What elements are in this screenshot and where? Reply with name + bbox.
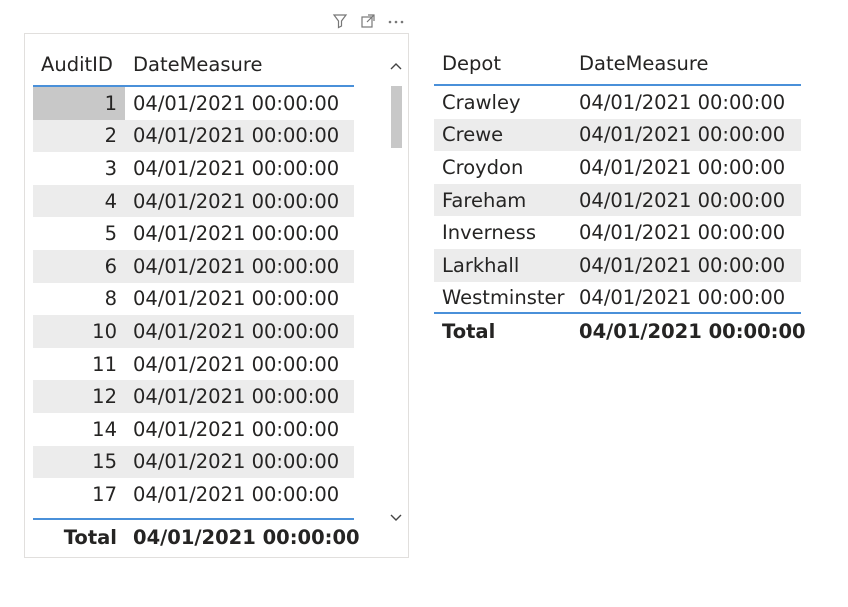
depot-cell[interactable]: Inverness [434,216,571,249]
datemeasure-cell[interactable]: 04/01/2021 00:00:00 [571,151,801,184]
scroll-thumb[interactable] [391,86,402,148]
total-value: 04/01/2021 00:00:00 [133,525,360,549]
table-row[interactable]: Fareham 04/01/2021 00:00:00 [434,183,801,218]
column-header-datemeasure[interactable]: DateMeasure [571,43,801,84]
filter-icon[interactable] [330,11,350,31]
depot-table-visual[interactable]: Depot DateMeasure Crawley 04/01/2021 00:0… [434,33,806,363]
table-row[interactable]: 6 04/01/2021 00:00:00 [33,250,354,284]
column-header-depot[interactable]: Depot [434,43,571,84]
datemeasure-cell[interactable]: 04/01/2021 00:00:00 [125,152,354,185]
datemeasure-cell[interactable]: 04/01/2021 00:00:00 [571,184,801,217]
datemeasure-cell[interactable]: 04/01/2021 00:00:00 [571,249,801,282]
scroll-down-button[interactable] [387,508,405,528]
depot-cell[interactable]: Fareham [434,184,571,217]
auditid-cell[interactable]: 4 [33,185,125,218]
table-header: AuditID DateMeasure [33,44,354,87]
datemeasure-cell[interactable]: 04/01/2021 00:00:00 [125,87,354,120]
datemeasure-cell[interactable]: 04/01/2021 00:00:00 [125,413,354,446]
table-header: Depot DateMeasure [434,43,801,86]
auditid-cell[interactable]: 14 [33,413,125,446]
scroll-track[interactable] [391,86,402,500]
table-row[interactable]: Croydon 04/01/2021 00:00:00 [434,151,801,185]
auditid-cell[interactable]: 6 [33,250,125,283]
auditid-cell[interactable]: 17 [33,478,125,511]
more-options-icon[interactable] [386,11,406,31]
datemeasure-cell[interactable]: 04/01/2021 00:00:00 [125,348,354,381]
table-row[interactable]: 14 04/01/2021 00:00:00 [33,413,354,447]
datemeasure-cell[interactable]: 04/01/2021 00:00:00 [125,283,354,316]
datemeasure-cell[interactable]: 04/01/2021 00:00:00 [571,86,801,119]
table-row[interactable]: 11 04/01/2021 00:00:00 [33,348,354,382]
visual-header [330,10,410,32]
table-row[interactable]: 3 04/01/2021 00:00:00 [33,152,354,186]
audit-table-visual[interactable]: AuditID DateMeasure 1 04/01/2021 00:00:00… [24,33,409,558]
datemeasure-cell[interactable]: 04/01/2021 00:00:00 [125,380,354,413]
vertical-scrollbar[interactable] [387,46,405,534]
table-row[interactable]: Inverness 04/01/2021 00:00:00 [434,216,801,250]
table-row[interactable]: 12 04/01/2021 00:00:00 [33,380,354,414]
table-row[interactable]: 4 04/01/2021 00:00:00 [33,184,354,219]
auditid-cell[interactable]: 5 [33,217,125,250]
column-header-auditid[interactable]: AuditID [33,44,125,85]
datemeasure-cell[interactable]: 04/01/2021 00:00:00 [571,216,801,249]
chevron-up-icon [390,63,402,70]
scroll-up-button[interactable] [387,56,405,76]
datemeasure-cell[interactable]: 04/01/2021 00:00:00 [571,119,801,152]
auditid-cell[interactable]: 12 [33,380,125,413]
table-row[interactable]: Larkhall 04/01/2021 00:00:00 [434,249,801,283]
auditid-cell[interactable]: 10 [33,315,125,348]
table-row[interactable]: 8 04/01/2021 00:00:00 [33,283,354,317]
datemeasure-cell[interactable]: 04/01/2021 00:00:00 [125,250,354,283]
table-row[interactable]: Crewe 04/01/2021 00:00:00 [434,118,801,153]
auditid-cell[interactable]: 8 [33,283,125,316]
column-header-datemeasure[interactable]: DateMeasure [125,44,354,85]
table-row[interactable]: 15 04/01/2021 00:00:00 [33,445,354,480]
auditid-cell[interactable]: 11 [33,348,125,381]
focus-mode-icon[interactable] [358,11,378,31]
table-row[interactable]: 17 04/01/2021 00:00:00 [33,478,354,512]
table-row[interactable]: 2 04/01/2021 00:00:00 [33,119,354,154]
auditid-cell[interactable]: 3 [33,152,125,185]
datemeasure-cell[interactable]: 04/01/2021 00:00:00 [125,478,354,511]
table-row[interactable]: Crawley 04/01/2021 00:00:00 [434,86,801,120]
depot-cell[interactable]: Crewe [434,119,571,152]
datemeasure-cell[interactable]: 04/01/2021 00:00:00 [571,282,801,315]
total-label: Total [442,319,496,343]
auditid-cell[interactable]: 2 [33,120,125,153]
total-row: Total 04/01/2021 00:00:00 [33,520,360,554]
total-value: 04/01/2021 00:00:00 [579,319,806,343]
total-row: Total 04/01/2021 00:00:00 [434,314,806,348]
auditid-cell[interactable]: 15 [33,446,125,479]
depot-cell[interactable]: Crawley [434,86,571,119]
datemeasure-cell[interactable]: 04/01/2021 00:00:00 [125,217,354,250]
depot-cell[interactable]: Croydon [434,151,571,184]
table-row[interactable]: 1 04/01/2021 00:00:00 [33,87,354,121]
datemeasure-cell[interactable]: 04/01/2021 00:00:00 [125,315,354,348]
total-label: Total [63,525,117,549]
datemeasure-cell[interactable]: 04/01/2021 00:00:00 [125,120,354,153]
auditid-cell[interactable]: 1 [33,87,125,120]
depot-cell[interactable]: Westminster [434,282,571,315]
depot-cell[interactable]: Larkhall [434,249,571,282]
datemeasure-cell[interactable]: 04/01/2021 00:00:00 [125,185,354,218]
chevron-down-icon [390,514,402,521]
datemeasure-cell[interactable]: 04/01/2021 00:00:00 [125,446,354,479]
table-row[interactable]: 10 04/01/2021 00:00:00 [33,315,354,349]
table-row[interactable]: Westminster 04/01/2021 00:00:00 [434,282,801,316]
table-row[interactable]: 5 04/01/2021 00:00:00 [33,217,354,251]
